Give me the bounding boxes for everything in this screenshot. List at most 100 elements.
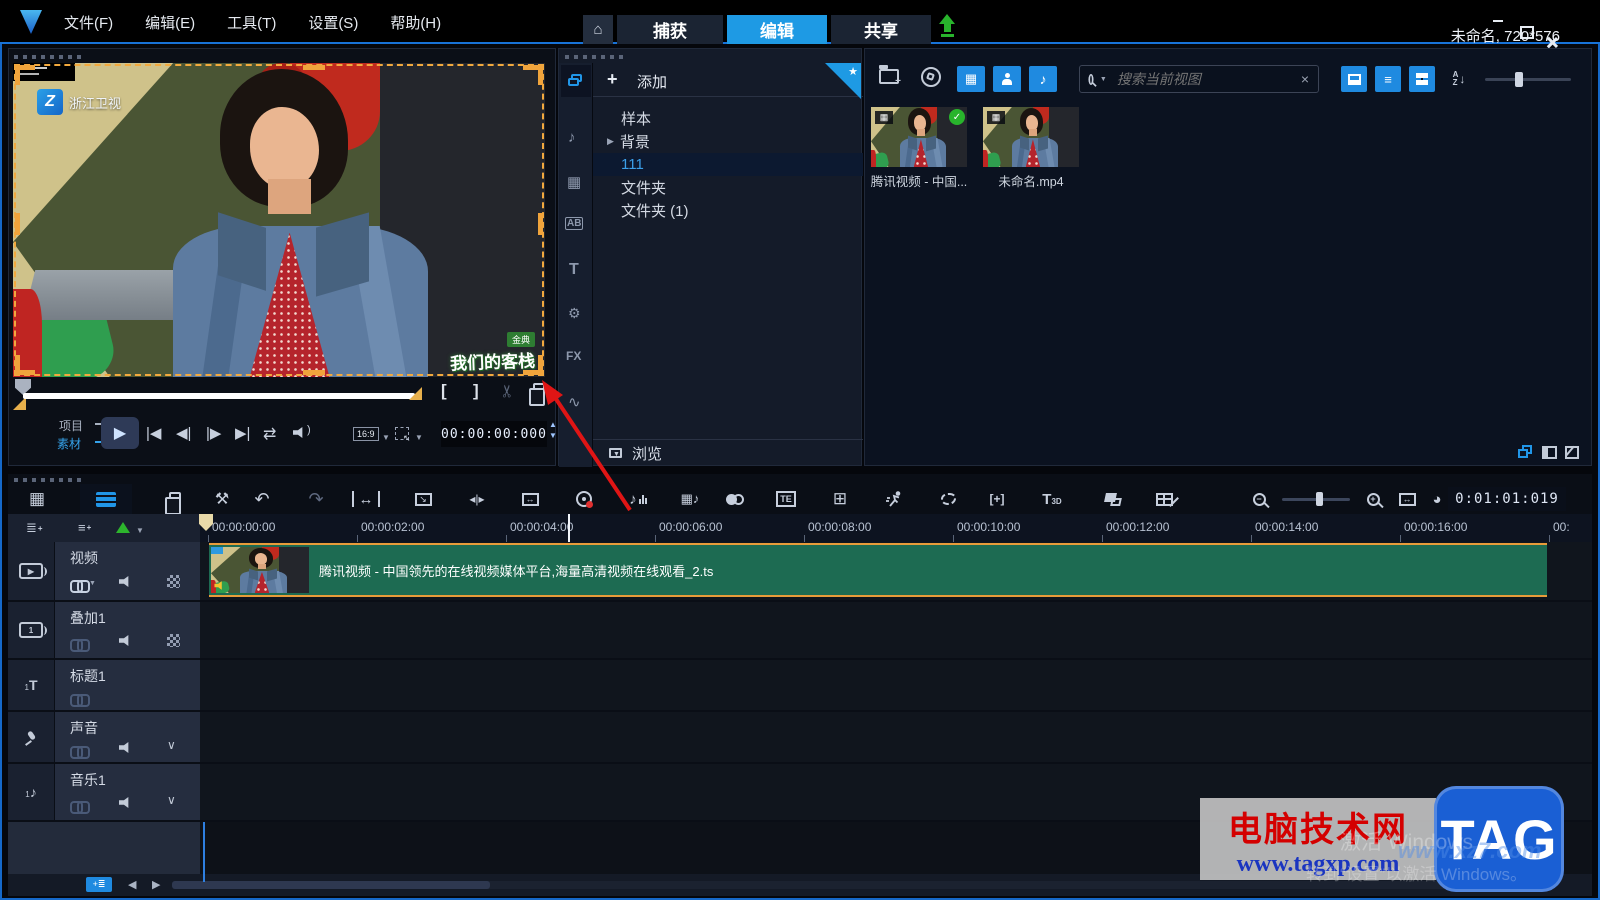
grid-layout-icon[interactable]: ⊞ <box>823 484 857 514</box>
ripple-edit-icon[interactable]: ↔ <box>513 484 547 514</box>
add-folder-label[interactable]: 添加 <box>637 71 667 92</box>
panel-drag-handle[interactable] <box>14 55 84 59</box>
spinner-down-icon[interactable]: ▼ <box>549 432 557 440</box>
mark-out-icon[interactable]: ] <box>473 381 479 401</box>
resize-handle-left[interactable] <box>15 213 20 235</box>
library-panel-icon[interactable] <box>1518 445 1534 459</box>
menu-settings[interactable]: 设置(S) <box>308 12 358 33</box>
next-frame-icon[interactable]: |▶ <box>206 424 221 442</box>
expand-arrow-icon[interactable]: ▶ <box>607 136 614 147</box>
menu-edit[interactable]: 编辑(E) <box>145 12 195 33</box>
voice-track-header[interactable]: 声音 ∨ <box>54 712 200 762</box>
sound-mixer-icon[interactable]: ♪ <box>621 484 655 514</box>
tab-capture[interactable]: 捕获 <box>617 15 723 44</box>
view-scene-button[interactable] <box>1341 66 1367 92</box>
music-track-header[interactable]: 音乐1 ∨ <box>54 764 200 820</box>
menu-tools[interactable]: 工具(T) <box>227 12 276 33</box>
scroll-right-icon[interactable]: ▶ <box>152 878 160 891</box>
instant-project-icon[interactable]: ▦ <box>567 173 581 191</box>
track-motion-icon[interactable]: [+] <box>980 484 1014 514</box>
split-adjust-icon[interactable]: ◂|▸ <box>460 484 494 514</box>
motion-tracking-icon[interactable] <box>878 484 912 514</box>
resize-handle-tr[interactable] <box>523 65 543 85</box>
zoom-in-icon[interactable]: + <box>1356 484 1390 514</box>
fit-project-icon[interactable]: ↔ <box>352 491 380 508</box>
library-folder-item[interactable]: 文件夹 (1) <box>593 199 863 222</box>
trim-end-handle[interactable] <box>409 387 422 400</box>
media-item[interactable]: ▦ ✓ 腾讯视频 - 中国... <box>867 103 971 203</box>
title-track-header[interactable]: 标题1 <box>54 660 200 710</box>
video-track-header[interactable]: 视频 ▼ <box>54 542 200 600</box>
mute-track-icon[interactable] <box>119 797 129 808</box>
timecode-spinner[interactable]: ▲ ▼ <box>549 421 557 440</box>
multicam-editor-icon[interactable] <box>1147 484 1181 514</box>
playhead-flag[interactable] <box>199 514 213 531</box>
copy-icon[interactable] <box>158 484 192 515</box>
timeline-zoom-slider-handle[interactable] <box>1316 492 1323 506</box>
mute-track-icon[interactable] <box>119 576 129 587</box>
import-folder-icon[interactable]: + <box>879 65 901 87</box>
audio-library-icon[interactable]: ♪ <box>568 129 576 146</box>
link-icon[interactable] <box>70 694 90 707</box>
compact-view-icon[interactable] <box>1542 445 1557 459</box>
title-library-icon[interactable]: T <box>569 261 579 279</box>
filter-videos-toggle[interactable]: ▦ <box>957 66 985 92</box>
library-folder-item[interactable]: 文件夹 <box>593 176 863 199</box>
browse-button[interactable]: ▼ 浏览 <box>593 439 863 466</box>
mark-in-icon[interactable]: [ <box>441 381 447 401</box>
scrub-track[interactable] <box>23 393 415 399</box>
overlay-track-lane[interactable] <box>200 602 1592 658</box>
aspect-dropdown-icon[interactable]: ▼ <box>382 433 390 442</box>
resize-handle-right[interactable] <box>538 213 543 235</box>
menu-file[interactable]: 文件(F) <box>64 12 113 33</box>
enlarge-dropdown-icon[interactable]: ▼ <box>415 433 423 442</box>
storyboard-view-icon[interactable]: ▦ <box>20 484 54 514</box>
library-folder-item[interactable]: 样本 <box>593 107 863 130</box>
search-clear-icon[interactable]: × <box>1301 71 1309 87</box>
chroma-key-icon[interactable] <box>116 522 130 533</box>
capture-aperture-icon[interactable] <box>921 67 941 87</box>
link-icon[interactable] <box>70 746 90 759</box>
fit-timeline-icon[interactable]: ↔ <box>1390 484 1424 514</box>
shrink-project-icon[interactable]: ↘ <box>406 484 440 514</box>
aspect-ratio-chip[interactable]: 16:9 <box>353 427 379 441</box>
transition-effects-icon[interactable] <box>718 484 752 514</box>
search-dropdown-icon[interactable]: ▼ <box>1100 76 1107 83</box>
add-folder-icon[interactable]: + <box>607 69 618 90</box>
auto-music-icon[interactable]: ▦♪ <box>673 484 707 514</box>
export-up-arrow-icon[interactable] <box>939 14 955 37</box>
resize-handle-tl[interactable] <box>15 65 35 85</box>
overlay-track-gutter[interactable]: 1 <box>8 602 54 658</box>
title-3d-icon[interactable]: T 3D <box>1035 484 1069 514</box>
timeline-clip[interactable]: 腾讯视频 - 中国领先的在线视频媒体平台,海量高清视频在线观看_2.ts <box>209 543 1547 597</box>
fade-icon[interactable]: ∨ <box>167 793 176 807</box>
thumb-size-slider[interactable] <box>1485 78 1571 81</box>
preview-video[interactable]: Z 浙江卫视 金典 我们的客栈 <box>13 63 545 377</box>
preview-timecode[interactable]: 00:00:00:000 <box>441 421 547 447</box>
track-manager-icon[interactable]: ≣ + <box>26 520 43 536</box>
play-button[interactable]: ▶ <box>101 417 139 449</box>
library-folder-item[interactable]: ▶ 背景 <box>593 130 863 153</box>
transparency-icon[interactable] <box>167 575 180 588</box>
resize-handle-br[interactable] <box>523 355 543 375</box>
music-track-gutter[interactable]: 1 ♪ <box>8 764 54 820</box>
search-input[interactable] <box>1114 70 1301 88</box>
mask-creator-icon[interactable] <box>1096 484 1130 514</box>
redo-icon[interactable]: ↷ <box>299 484 333 514</box>
media-item[interactable]: ▦ 未命名.mp4 <box>979 103 1083 203</box>
view-list-button[interactable]: ≡ <box>1375 66 1401 92</box>
transition-library-icon[interactable]: AB <box>565 217 584 230</box>
mute-track-icon[interactable] <box>119 742 129 753</box>
media-library-icon[interactable] <box>567 71 585 89</box>
custom-motion-icon[interactable] <box>931 484 965 514</box>
clip-mode-toggle[interactable]: 素材 <box>57 435 81 452</box>
tab-edit[interactable]: 编辑 <box>727 15 827 44</box>
add-cue-button[interactable]: +≣ <box>86 877 112 892</box>
add-track-icon[interactable]: ≡ + <box>78 520 91 535</box>
motion-path-library-icon[interactable]: ∿ <box>568 393 581 411</box>
zoom-out-icon[interactable]: − <box>1242 484 1276 514</box>
sort-button[interactable]: AZ ↓ <box>1447 66 1471 92</box>
minimize-button[interactable] <box>1492 12 1505 24</box>
chroma-dropdown-icon[interactable]: ▼ <box>136 526 144 535</box>
undo-icon[interactable]: ↶ <box>245 484 279 514</box>
